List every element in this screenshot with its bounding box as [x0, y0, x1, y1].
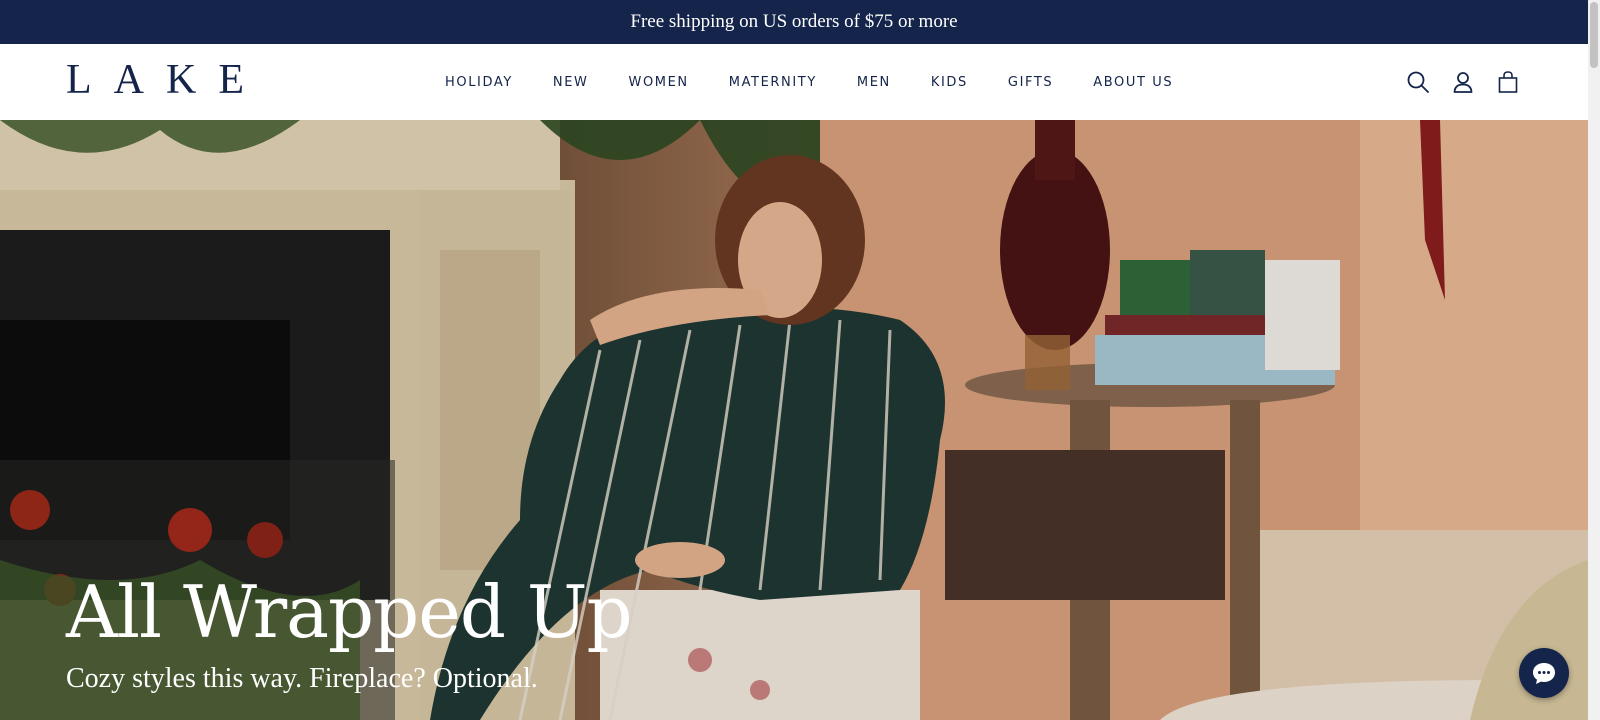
nav-holiday[interactable]: HOLIDAY — [445, 75, 513, 90]
header-icons — [1402, 66, 1524, 98]
site-header: LAKE HOLIDAY NEW WOMEN MATERNITY MEN KID… — [0, 44, 1588, 121]
search-button[interactable] — [1402, 66, 1434, 98]
chat-button[interactable] — [1519, 648, 1569, 698]
page-scrollbar[interactable] — [1588, 0, 1600, 720]
hero-subtitle: Cozy styles this way. Fireplace? Optiona… — [66, 663, 538, 694]
search-icon — [1407, 71, 1429, 93]
chat-bubble-icon — [1533, 663, 1555, 684]
hero-title: All Wrapped Up — [66, 570, 633, 654]
account-icon — [1453, 72, 1473, 93]
scrollbar-thumb[interactable] — [1590, 2, 1598, 68]
nav-men[interactable]: MEN — [857, 75, 891, 90]
nav-kids[interactable]: KIDS — [931, 75, 968, 90]
nav-new[interactable]: NEW — [553, 75, 589, 90]
account-button[interactable] — [1447, 66, 1479, 98]
logo[interactable]: LAKE — [66, 59, 266, 101]
nav-about-us[interactable]: ABOUT US — [1093, 75, 1173, 90]
announcement-text: Free shipping on US orders of $75 or mor… — [630, 11, 958, 32]
nav-maternity[interactable]: MATERNITY — [729, 75, 817, 90]
nav-women[interactable]: WOMEN — [629, 75, 689, 90]
announcement-bar: Free shipping on US orders of $75 or mor… — [0, 0, 1588, 44]
main-nav: HOLIDAY NEW WOMEN MATERNITY MEN KIDS GIF… — [445, 44, 1173, 120]
cart-button[interactable] — [1492, 66, 1524, 98]
hero-banner[interactable]: All Wrapped Up Cozy styles this way. Fir… — [0, 120, 1588, 720]
shopping-bag-icon — [1498, 71, 1518, 93]
nav-gifts[interactable]: GIFTS — [1008, 75, 1053, 90]
